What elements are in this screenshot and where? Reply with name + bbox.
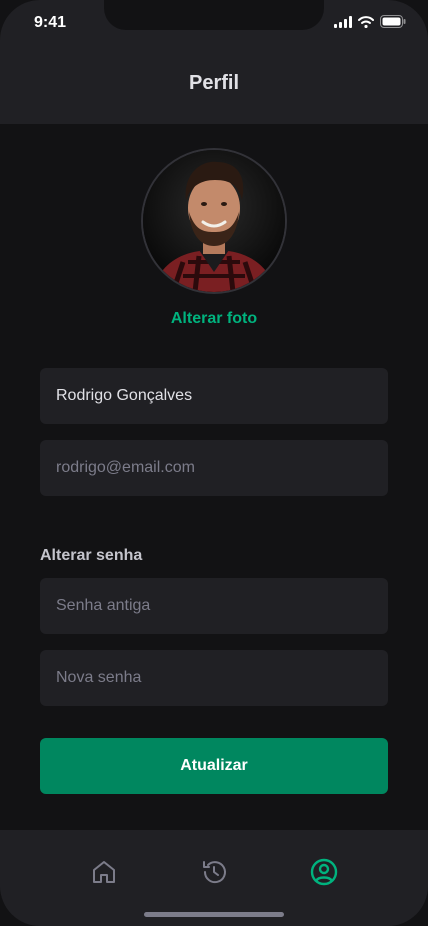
device-notch	[104, 0, 324, 30]
tab-history[interactable]	[198, 856, 230, 888]
change-photo-link[interactable]: Alterar foto	[0, 310, 428, 328]
wifi-icon	[358, 15, 374, 28]
old-password-placeholder: Senha antiga	[56, 597, 151, 614]
email-field[interactable]: rodrigo@email.com	[40, 440, 388, 496]
update-button[interactable]: Atualizar	[40, 738, 388, 794]
home-icon	[93, 861, 115, 883]
name-field-value: Rodrigo Gonçalves	[56, 387, 193, 404]
battery-icon	[380, 15, 406, 28]
signal-icon	[334, 15, 352, 28]
tab-home[interactable]	[88, 856, 120, 888]
profile-icon	[310, 858, 338, 886]
history-icon	[203, 861, 226, 884]
status-time: 9:41	[34, 14, 67, 31]
old-password-field[interactable]: Senha antiga	[40, 578, 388, 634]
home-indicator	[144, 912, 284, 917]
name-field[interactable]: Rodrigo Gonçalves	[40, 368, 388, 424]
new-password-field[interactable]: Nova senha	[40, 650, 388, 706]
tab-profile[interactable]	[308, 856, 340, 888]
avatar[interactable]	[141, 148, 287, 294]
phone-frame: 9:41 Perfil Alterar foto Rodrigo Gonçalv…	[0, 0, 428, 926]
new-password-placeholder: Nova senha	[56, 669, 142, 686]
change-password-heading: Alterar senha	[40, 547, 143, 564]
email-field-placeholder: rodrigo@email.com	[56, 459, 195, 476]
status-icons	[334, 15, 406, 28]
avatar-photo	[143, 150, 285, 292]
page-title: Perfil	[188, 72, 240, 94]
